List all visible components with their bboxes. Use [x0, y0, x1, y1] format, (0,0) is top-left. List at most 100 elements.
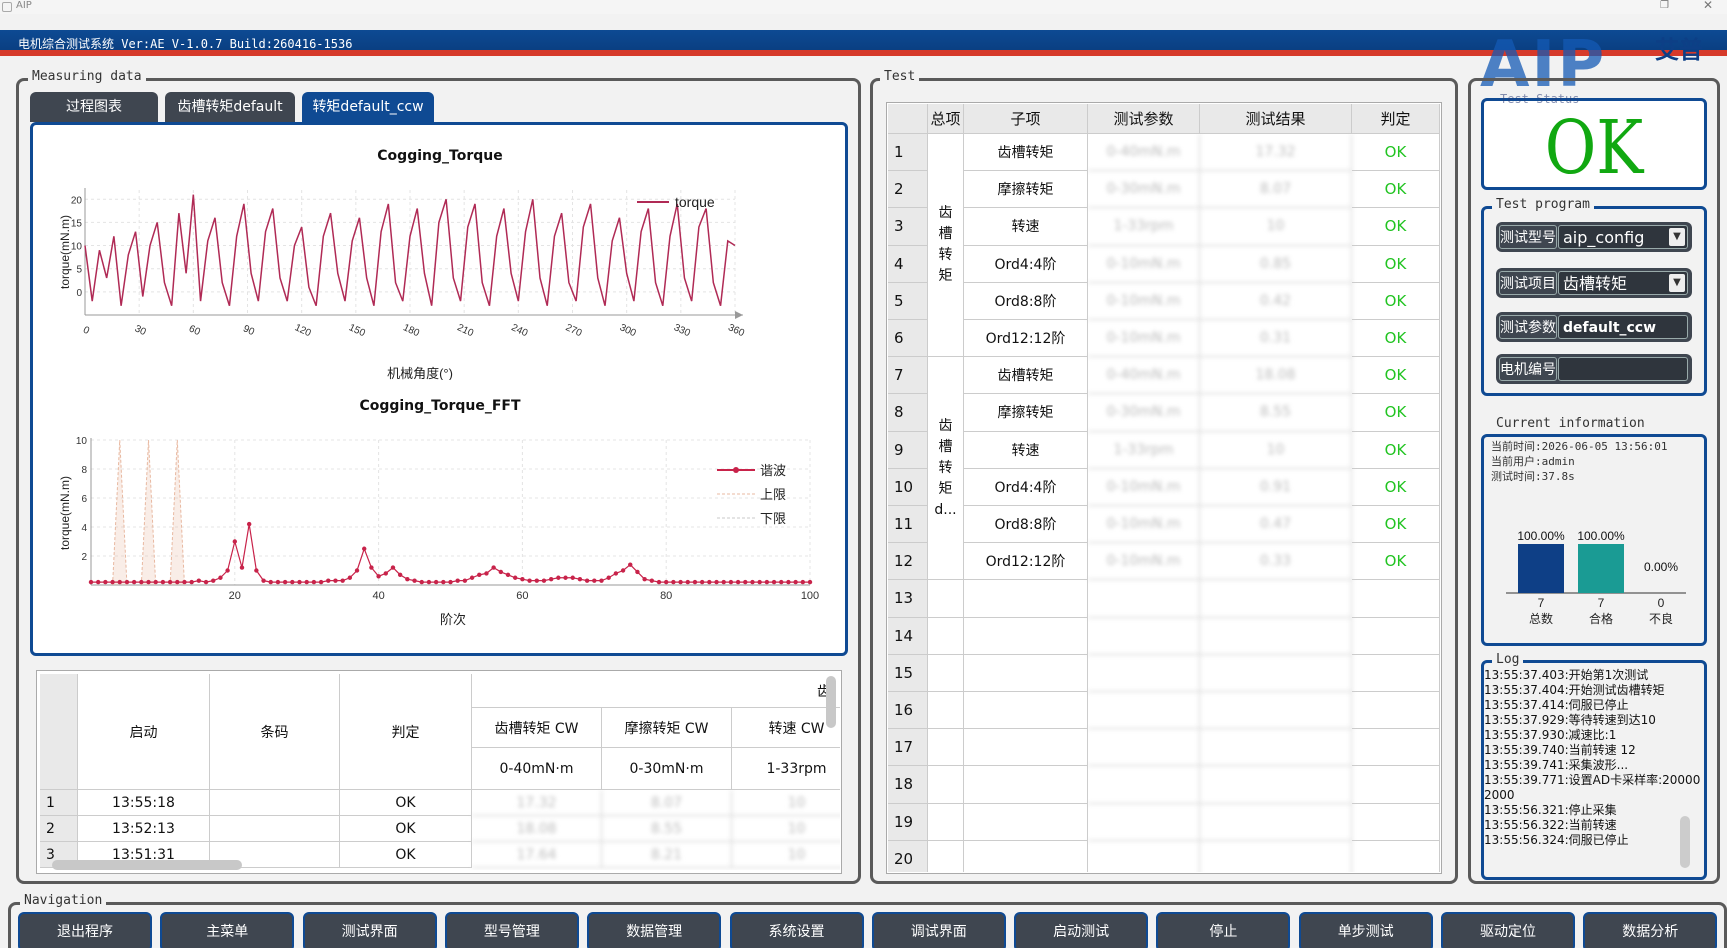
- x-tick-label: 270: [564, 322, 584, 339]
- cell-subitem: Ord4:4阶: [964, 245, 1088, 283]
- nav-button[interactable]: 型号管理: [444, 912, 579, 948]
- tab-torque-default-ccw[interactable]: 转矩default_ccw: [302, 92, 434, 122]
- cell-judge: OK: [1352, 245, 1440, 283]
- nav-button[interactable]: 退出程序: [18, 912, 152, 948]
- harmonic-point: [469, 575, 475, 580]
- nav-button[interactable]: 主菜单: [160, 912, 295, 948]
- row-index: 12: [888, 543, 928, 581]
- group-char: 转: [938, 247, 953, 264]
- data-table-vscrollbar[interactable]: [826, 676, 836, 728]
- log-line: 13:55:37.930:减速比:1: [1484, 728, 1617, 742]
- log-line: 13:55:56.321:停止采集: [1484, 803, 1617, 817]
- cell-subitem: [964, 729, 1088, 767]
- nav-button[interactable]: 停止: [1156, 912, 1291, 948]
- harmonic-point: [261, 578, 266, 583]
- y-tick-label: 20: [71, 195, 83, 206]
- column-header: 子项: [964, 104, 1088, 134]
- nav-button[interactable]: 调试界面: [871, 912, 1006, 948]
- harmonic-point: [203, 579, 209, 585]
- maximize-icon[interactable]: ❐: [1660, 0, 1669, 11]
- harmonic-point: [347, 575, 353, 580]
- legend-label-torque: torque: [675, 194, 715, 210]
- motor-id-input[interactable]: [1558, 357, 1688, 381]
- item-select[interactable]: 齿槽转矩 ▼: [1558, 271, 1688, 295]
- cell-subitem: [964, 766, 1088, 804]
- cell-subitem: 齿槽转矩: [964, 357, 1088, 395]
- nav-button[interactable]: 系统设置: [729, 912, 864, 948]
- model-select[interactable]: aip_config ▼: [1558, 225, 1688, 249]
- row-index: 1: [888, 134, 928, 172]
- cell-judge: OK: [1352, 134, 1440, 172]
- data-table-hscrollbar[interactable]: [52, 860, 242, 870]
- cell-param: 0-10mN.m: [1088, 282, 1200, 320]
- cell-subitem: 齿槽转矩: [964, 134, 1088, 172]
- nav-button[interactable]: 启动测试: [1014, 912, 1149, 948]
- harmonic-point: [146, 579, 151, 585]
- harmonic-point: [728, 579, 734, 585]
- cell-judge: OK: [1352, 282, 1440, 320]
- range-header: 0-40mN·m: [472, 748, 602, 790]
- row-index: 13: [888, 580, 928, 618]
- harmonic-point: [275, 579, 281, 585]
- harmonic-point: [239, 565, 245, 570]
- harmonic-point: [548, 577, 554, 582]
- cell-judge: OK: [1352, 320, 1440, 358]
- cell-value: 17.32: [472, 790, 602, 816]
- legend-label-harmonic: 谐波: [760, 463, 786, 478]
- harmonic-point: [433, 579, 439, 585]
- cell-param: [1088, 692, 1200, 730]
- cell-param: [1088, 729, 1200, 767]
- harmonic-point: [786, 579, 791, 585]
- log-scrollbar[interactable]: [1680, 816, 1690, 868]
- chevron-down-icon[interactable]: ▼: [1669, 274, 1685, 292]
- status-ok-text: OK: [1544, 105, 1644, 191]
- nav-button[interactable]: 数据管理: [587, 912, 722, 948]
- harmonic-point: [268, 579, 273, 585]
- cell-param: [1088, 840, 1200, 872]
- bar-percent-label: 0.00%: [1644, 560, 1678, 574]
- tab-cogging-default[interactable]: 齿槽转矩default: [165, 92, 295, 122]
- harmonic-point: [735, 579, 741, 585]
- nav-button[interactable]: 测试界面: [302, 912, 437, 948]
- tab-process-chart[interactable]: 过程图表: [30, 92, 158, 122]
- column-header: 总项: [928, 104, 964, 134]
- log-line: 13:55:56.322:当前转速: [1484, 818, 1617, 832]
- harmonic-point: [254, 568, 259, 573]
- nav-button[interactable]: 单步测试: [1298, 912, 1433, 948]
- cell-judge: OK: [1352, 394, 1440, 432]
- harmonic-point: [520, 577, 525, 582]
- harmonic-point: [340, 578, 345, 583]
- legend-marker-harmonic: [733, 467, 739, 473]
- cell-param: [1088, 580, 1200, 618]
- harmonic-point: [304, 579, 309, 585]
- harmonic-point: [333, 578, 338, 583]
- model-row: 测试型号 aip_config ▼: [1496, 222, 1692, 252]
- x-tick-label: 80: [660, 590, 672, 602]
- cell-result: [1200, 580, 1352, 618]
- row-index: 15: [888, 654, 928, 692]
- chevron-down-icon[interactable]: ▼: [1669, 228, 1685, 246]
- cell-judge: OK: [1352, 468, 1440, 506]
- harmonic-point: [160, 579, 166, 585]
- param-value[interactable]: default_ccw: [1558, 315, 1688, 339]
- cell-param: 0-10mN.m: [1088, 320, 1200, 358]
- cell-start-time: 13:55:18: [78, 790, 210, 816]
- harmonic-point: [175, 579, 180, 585]
- bar-percent-label: 100.00%: [1577, 529, 1625, 543]
- harmonic-point: [613, 571, 619, 576]
- test-group-title: Test: [880, 69, 920, 84]
- harmonic-point: [491, 565, 496, 570]
- close-icon[interactable]: ✕: [1703, 0, 1713, 12]
- harmonic-point: [707, 579, 712, 585]
- y-tick-label: 10: [76, 436, 88, 447]
- harmonic-point: [139, 579, 144, 585]
- cell-subitem: Ord12:12阶: [964, 543, 1088, 581]
- column-header: 判定: [1352, 104, 1440, 134]
- cell-result: [1200, 729, 1352, 767]
- row-index: 7: [888, 357, 928, 395]
- nav-button[interactable]: 数据分析: [1583, 912, 1718, 948]
- bar-category-label: 总数: [1529, 611, 1553, 626]
- cell-value: 17.64: [472, 842, 602, 868]
- cell-result: [1200, 654, 1352, 692]
- nav-button[interactable]: 驱动定位: [1441, 912, 1575, 948]
